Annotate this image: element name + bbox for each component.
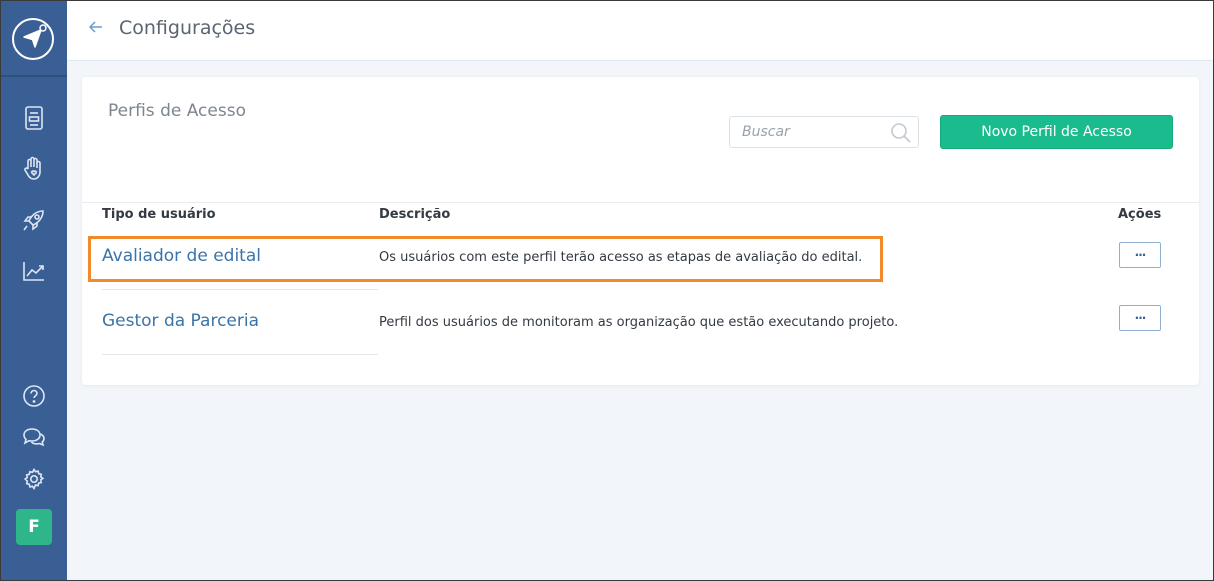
rocket-icon[interactable]: [20, 206, 48, 234]
page-title: Configurações: [119, 17, 256, 39]
top-bar: Configurações: [67, 1, 1213, 61]
sidebar-divider: [1, 75, 67, 77]
row-description: Os usuários com este perfil terão acesso…: [379, 250, 863, 265]
row-description: Perfil dos usuários de monitoram as orga…: [379, 315, 899, 330]
chat-icon[interactable]: [20, 423, 48, 451]
back-arrow-icon[interactable]: [87, 17, 105, 41]
column-header-description: Descrição: [379, 207, 451, 222]
hand-heart-icon[interactable]: [20, 154, 48, 182]
row-divider: [102, 354, 378, 355]
new-profile-button[interactable]: Novo Perfil de Acesso: [940, 115, 1173, 149]
row-type-link[interactable]: Avaliador de edital: [102, 246, 261, 266]
chart-icon[interactable]: [20, 257, 48, 285]
help-icon[interactable]: [20, 382, 48, 410]
column-header-actions: Ações: [1118, 207, 1162, 222]
row-actions-button[interactable]: ···: [1119, 305, 1161, 331]
column-header-type: Tipo de usuário: [102, 207, 216, 222]
card-title: Perfis de Acesso: [108, 101, 246, 121]
row-type-link[interactable]: Gestor da Parceria: [102, 311, 259, 331]
row-divider: [102, 289, 378, 290]
row-actions-button[interactable]: ···: [1119, 242, 1161, 268]
profiles-card: Perfis de Acesso Novo Perfil de Acesso T…: [82, 77, 1199, 385]
sidebar: F: [1, 1, 67, 580]
search-input[interactable]: [730, 117, 880, 147]
avatar[interactable]: F: [16, 509, 52, 545]
gear-icon[interactable]: [20, 465, 48, 493]
logo-icon[interactable]: [12, 18, 54, 60]
search-icon[interactable]: [890, 122, 912, 148]
search-box: [729, 116, 919, 148]
table-divider: [82, 202, 1199, 203]
document-icon[interactable]: [20, 104, 48, 132]
